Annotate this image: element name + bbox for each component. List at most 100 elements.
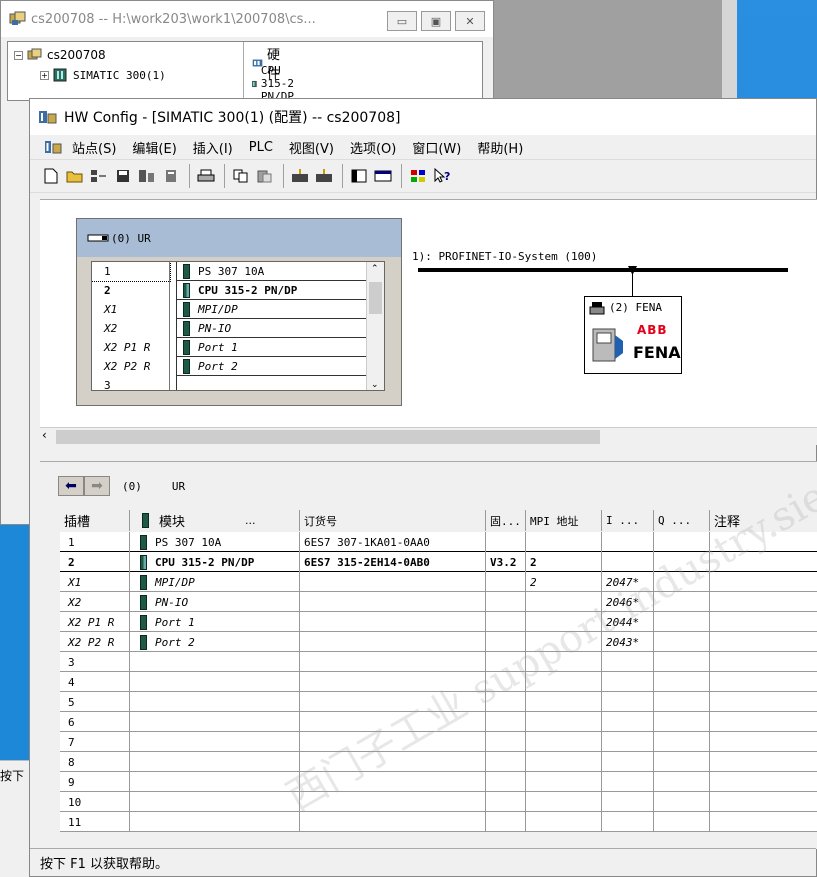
col-firmware-cell[interactable] xyxy=(486,572,526,592)
col-module-cell[interactable]: PN-IO xyxy=(130,592,300,612)
table-row[interactable]: 4 xyxy=(60,672,817,692)
col-q-address-cell[interactable] xyxy=(654,772,710,792)
col-order-number-cell[interactable] xyxy=(300,772,486,792)
rack-slot-row[interactable]: X1 MPI/DP xyxy=(92,300,368,319)
col-firmware-cell[interactable] xyxy=(486,632,526,652)
paste-icon[interactable] xyxy=(254,165,276,187)
col-comment-cell[interactable] xyxy=(710,692,817,712)
col-comment-cell[interactable] xyxy=(710,772,817,792)
col-mpi-address-header[interactable]: MPI 地址 xyxy=(526,510,602,531)
col-slot-cell[interactable]: 10 xyxy=(60,792,130,812)
col-mpi-address-cell[interactable] xyxy=(526,652,602,672)
col-comment-cell[interactable] xyxy=(710,612,817,632)
col-order-number-cell[interactable] xyxy=(300,652,486,672)
col-order-number-cell[interactable] xyxy=(300,812,486,832)
col-i-address-cell[interactable] xyxy=(602,772,654,792)
collapse-icon[interactable]: − xyxy=(14,50,23,60)
table-row[interactable]: 5 xyxy=(60,692,817,712)
col-slot-cell[interactable]: 7 xyxy=(60,732,130,752)
col-mpi-address-cell[interactable] xyxy=(526,672,602,692)
scroll-thumb[interactable] xyxy=(369,282,382,314)
manager-minimize-button[interactable]: ▭ xyxy=(387,11,417,31)
col-i-address-cell[interactable] xyxy=(602,712,654,732)
col-q-address-cell[interactable] xyxy=(654,712,710,732)
download-to-module-icon[interactable] xyxy=(289,165,311,187)
rack-slot-row[interactable]: X2 P2 R Port 2 xyxy=(92,357,368,376)
col-firmware-cell[interactable] xyxy=(486,812,526,832)
menu-insert[interactable]: 插入(I) xyxy=(193,138,233,157)
col-mpi-address-cell[interactable] xyxy=(526,692,602,712)
col-firmware-cell[interactable] xyxy=(486,732,526,752)
col-i-address-cell[interactable] xyxy=(602,552,654,572)
col-order-number-cell[interactable] xyxy=(300,752,486,772)
col-module-cell[interactable] xyxy=(130,752,300,772)
col-comment-cell[interactable] xyxy=(710,632,817,652)
col-order-number-cell[interactable] xyxy=(300,732,486,752)
fena-device[interactable]: (2) FENA ABB FENA xyxy=(584,296,682,374)
table-row[interactable]: 7 xyxy=(60,732,817,752)
rack-window[interactable]: (0) UR 1 PS 307 10A 2 CPU 315-2 PN/DP X1 MPI/… xyxy=(76,218,402,406)
copy-icon[interactable] xyxy=(230,165,252,187)
col-q-address-cell[interactable] xyxy=(654,792,710,812)
col-firmware-cell[interactable] xyxy=(486,712,526,732)
col-firmware-cell[interactable] xyxy=(486,692,526,712)
col-module-cell[interactable] xyxy=(130,812,300,832)
col-module-cell[interactable] xyxy=(130,792,300,812)
previous-rack-button[interactable]: ⬅ xyxy=(58,476,84,496)
table-row[interactable]: 1 PS 307 10A 6ES7 307-1KA01-0AA0 xyxy=(60,532,817,552)
table-row[interactable]: X1 MPI/DP 2 2047* xyxy=(60,572,817,592)
menu-options[interactable]: 选项(O) xyxy=(350,138,396,157)
col-slot-cell[interactable]: 8 xyxy=(60,752,130,772)
col-module-cell[interactable] xyxy=(130,692,300,712)
col-i-address-cell[interactable] xyxy=(602,732,654,752)
menu-help[interactable]: 帮助(H) xyxy=(477,138,523,157)
rack-slot-row[interactable]: 2 CPU 315-2 PN/DP xyxy=(92,281,368,300)
col-order-number-header[interactable]: 订货号 xyxy=(300,510,486,531)
detail-view[interactable]: ⬅ ➡ (0) UR 插槽 模块... 订货号 固... MPI 地址 I ... Q ..… xyxy=(40,461,817,849)
col-firmware-cell[interactable] xyxy=(486,592,526,612)
table-row[interactable]: 11 xyxy=(60,812,817,832)
rack-slot-row[interactable]: 3 xyxy=(92,376,368,390)
col-slot-cell[interactable]: 4 xyxy=(60,672,130,692)
col-comment-cell[interactable] xyxy=(710,672,817,692)
col-slot-cell[interactable]: 5 xyxy=(60,692,130,712)
col-mpi-address-cell[interactable] xyxy=(526,732,602,752)
rack-slot-module[interactable]: MPI/DP xyxy=(176,300,368,319)
col-module-cell[interactable]: Port 1 xyxy=(130,612,300,632)
col-module-cell[interactable] xyxy=(130,672,300,692)
save-and-compile-icon[interactable] xyxy=(88,165,110,187)
col-order-number-cell[interactable] xyxy=(300,672,486,692)
scroll-left-icon[interactable]: ‹ xyxy=(42,428,47,442)
col-module-cell[interactable] xyxy=(130,712,300,732)
menu-edit[interactable]: 编辑(E) xyxy=(132,138,176,157)
table-row[interactable]: X2 PN-IO 2046* xyxy=(60,592,817,612)
horizontal-scrollbar[interactable]: ‹ xyxy=(40,427,817,445)
hw-config-window[interactable]: HW Config - [SIMATIC 300(1) (配置) -- cs20… xyxy=(29,98,817,877)
col-q-address-cell[interactable] xyxy=(654,812,710,832)
col-firmware-cell[interactable] xyxy=(486,652,526,672)
table-row[interactable]: X2 P2 R Port 2 2043* xyxy=(60,632,817,652)
col-order-number-cell[interactable] xyxy=(300,632,486,652)
col-mpi-address-cell[interactable]: 2 xyxy=(526,552,602,572)
col-q-address-cell[interactable] xyxy=(654,672,710,692)
col-order-number-cell[interactable] xyxy=(300,692,486,712)
col-mpi-address-cell[interactable] xyxy=(526,812,602,832)
col-i-address-cell[interactable] xyxy=(602,532,654,552)
col-order-number-cell[interactable] xyxy=(300,572,486,592)
rack-slot-module[interactable] xyxy=(176,376,368,390)
tree-item-project[interactable]: − cs200708 xyxy=(14,48,106,62)
col-mpi-address-cell[interactable] xyxy=(526,792,602,812)
col-mpi-address-cell[interactable]: 2 xyxy=(526,572,602,592)
col-mpi-address-cell[interactable] xyxy=(526,712,602,732)
col-i-address-cell[interactable] xyxy=(602,672,654,692)
col-q-address-cell[interactable] xyxy=(654,552,710,572)
col-i-address-cell[interactable] xyxy=(602,792,654,812)
help-pointer-icon[interactable]: ? xyxy=(431,165,453,187)
tree-item-station[interactable]: + SIMATIC 300(1) xyxy=(40,68,166,82)
manager-close-button[interactable]: ✕ xyxy=(455,11,485,31)
table-row[interactable]: 10 xyxy=(60,792,817,812)
col-slot-header[interactable]: 插槽 xyxy=(60,510,130,531)
menu-station[interactable]: 站点(S) xyxy=(72,138,116,157)
col-slot-cell[interactable]: X2 P1 R xyxy=(60,612,130,632)
new-icon[interactable] xyxy=(40,165,62,187)
